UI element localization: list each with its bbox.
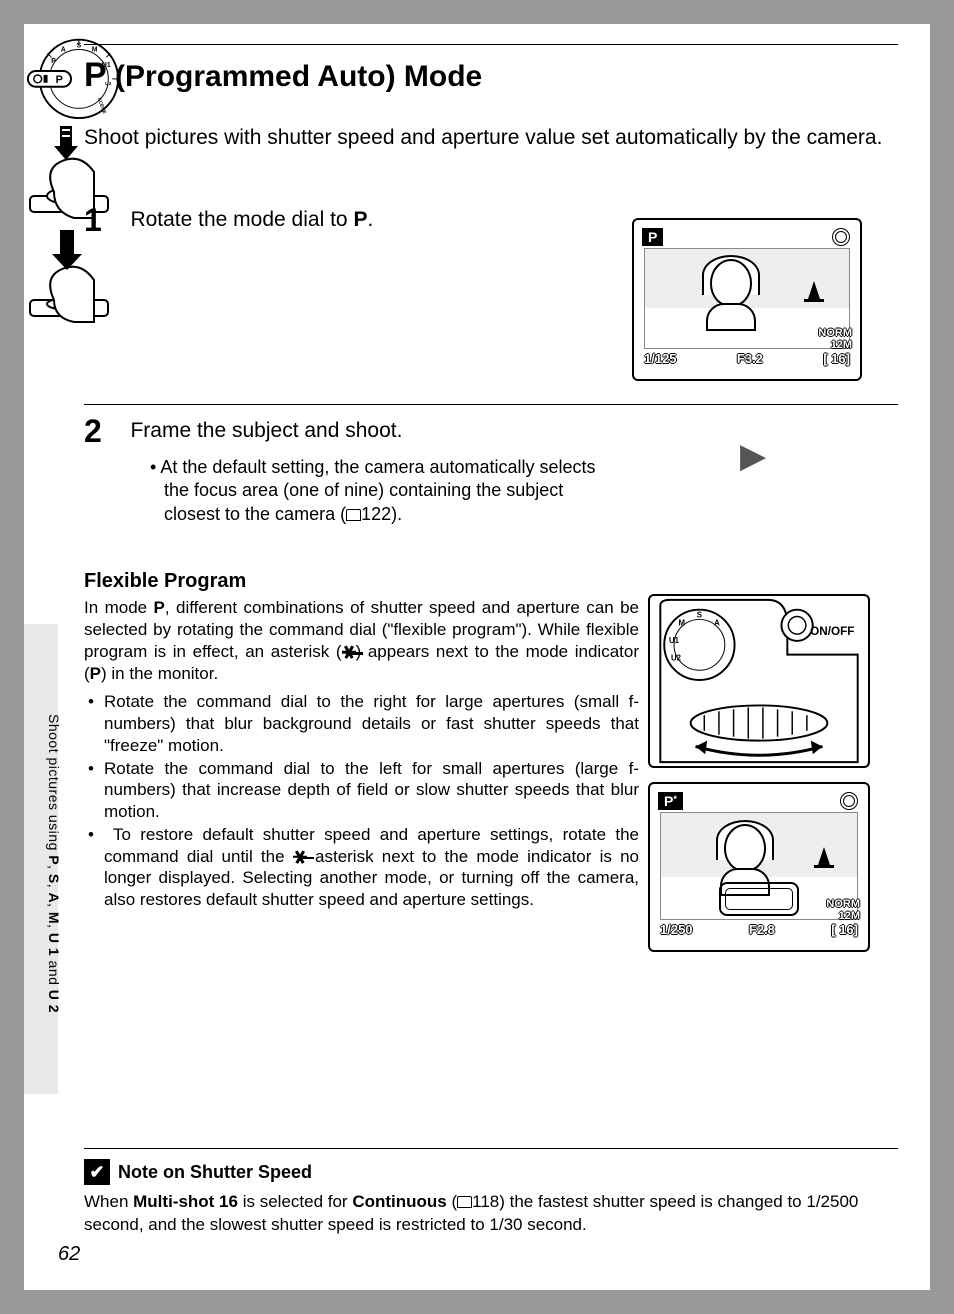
- flexible-paragraph: In mode P, different combinations of shu…: [84, 597, 639, 685]
- lcd2-aperture: F2.8: [747, 922, 777, 942]
- globe-icon: [840, 792, 858, 810]
- flexible-bullet-list: Rotate the command dial to the right for…: [84, 691, 639, 911]
- flexible-program-section: Flexible Program In mode P, different co…: [84, 570, 639, 912]
- lcd2-shutter: 1/250: [658, 922, 695, 942]
- svg-text:U2: U2: [671, 653, 682, 662]
- svg-text:P: P: [51, 58, 56, 65]
- svg-text:U1: U1: [669, 636, 680, 645]
- arrow-right-icon: ▶: [740, 436, 766, 476]
- title-rest: (Programmed Auto) Mode: [107, 60, 483, 93]
- svg-text:P: P: [56, 74, 63, 86]
- flexible-heading: Flexible Program: [84, 570, 639, 593]
- svg-text:A: A: [61, 46, 66, 53]
- manual-ref-icon: [346, 509, 361, 521]
- note-section: Note on Shutter Speed When Multi-shot 16…: [84, 1148, 898, 1237]
- lcd-preview-2: P* ✋ NORM 12M 1/250 F2.8 [ 16]: [648, 782, 870, 952]
- manual-page: P (Programmed Auto) Mode Shoot pictures …: [24, 24, 930, 1290]
- lcd1-aperture: F3.2: [735, 351, 765, 371]
- lcd1-remaining: [ 16]: [821, 351, 852, 371]
- step-2-text: Frame the subject and shoot.: [130, 413, 590, 443]
- lcd1-quality-stack: NORM 12M: [818, 327, 852, 351]
- lcd2-quality-stack: NORM 12M: [826, 898, 860, 922]
- svg-text:S: S: [697, 610, 702, 619]
- page-number: 62: [58, 1243, 80, 1266]
- flexible-bullet-3: To restore default shutter speed and ape…: [84, 824, 639, 911]
- chapter-tab-label: Shoot pictures using P, S, A, M, U 1 and…: [46, 714, 62, 1013]
- step-2-bullet: At the default setting, the camera autom…: [150, 456, 605, 526]
- note-body: When Multi-shot 16 is selected for Conti…: [84, 1191, 898, 1237]
- lcd2-bottom-readout: 1/250 F2.8 [ 16]: [658, 922, 860, 942]
- lcd2-remaining: [ 16]: [829, 922, 860, 942]
- on-off-label: ON/OFF: [810, 625, 854, 638]
- lcd-preview-1: P ✋ NORM 12M 1/125 F3.2 [ 16]: [632, 218, 862, 381]
- step-2-number: 2: [84, 413, 126, 450]
- note-heading: Note on Shutter Speed: [84, 1159, 898, 1185]
- command-dial-illustration: S M A U1 U2 ON/OFF: [648, 594, 870, 768]
- check-badge-icon: [84, 1159, 110, 1185]
- lcd1-bottom-readout: 1/125 F3.2 [ 16]: [642, 351, 852, 371]
- svg-text:M: M: [679, 618, 686, 627]
- lcd1-shutter: 1/125: [642, 351, 679, 371]
- manual-ref-icon: [457, 1196, 472, 1208]
- intro-paragraph: Shoot pictures with shutter speed and ap…: [84, 124, 898, 152]
- header-rule: [84, 44, 898, 45]
- asterisk-icon: [293, 850, 307, 864]
- step-1-text: Rotate the mode dial to P.: [130, 202, 590, 232]
- flexible-bullet-2: Rotate the command dial to the left for …: [84, 758, 639, 823]
- flexible-bullet-1: Rotate the command dial to the right for…: [84, 691, 639, 756]
- asterisk-icon: [342, 645, 356, 659]
- step-1-number: 1: [84, 202, 126, 239]
- svg-text:A: A: [714, 618, 720, 627]
- shutter-full-press-illustration: [24, 226, 114, 330]
- af-area-box: [719, 882, 799, 916]
- lcd1-mode-indicator: P: [642, 228, 663, 246]
- title-mode-letter: P: [84, 56, 107, 94]
- globe-icon: [832, 228, 850, 246]
- lcd2-mode-indicator: P*: [658, 792, 683, 810]
- svg-text:M: M: [92, 46, 98, 53]
- page-title: P (Programmed Auto) Mode: [84, 56, 482, 95]
- step-2: 2 Frame the subject and shoot. At the de…: [84, 404, 898, 526]
